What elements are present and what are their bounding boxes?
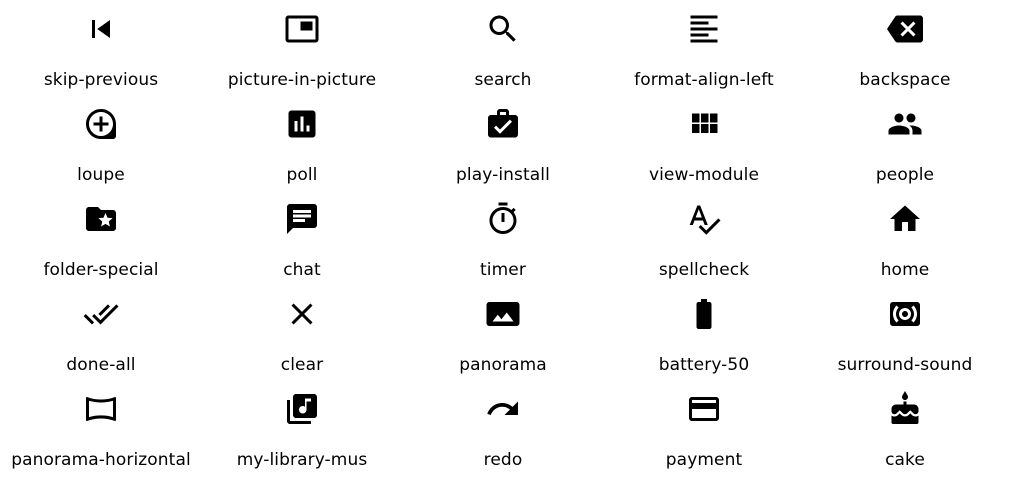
play-install-icon bbox=[485, 106, 521, 142]
icon-cell-panorama-horizontal[interactable]: panorama-horizontal bbox=[1, 380, 201, 475]
icon-cell-payment[interactable]: payment bbox=[604, 380, 804, 475]
timer-icon bbox=[485, 201, 521, 237]
icon-cell-loupe[interactable]: loupe bbox=[1, 95, 201, 190]
icon-label: skip-previous bbox=[43, 70, 159, 90]
icon-cell-spellcheck[interactable]: spellcheck bbox=[604, 190, 804, 285]
icon-label: loupe bbox=[77, 165, 125, 185]
surround-sound-icon bbox=[887, 296, 923, 332]
icon-label: redo bbox=[483, 450, 523, 470]
icon-cell-home[interactable]: home bbox=[805, 190, 1005, 285]
icon-label: battery-50 bbox=[658, 355, 750, 375]
done-all-icon bbox=[83, 296, 119, 332]
picture-in-picture-icon bbox=[284, 11, 320, 47]
backspace-icon bbox=[887, 11, 923, 47]
panorama-icon bbox=[485, 296, 521, 332]
icon-label: panorama-horizontal bbox=[11, 450, 191, 470]
icon-label: chat bbox=[283, 260, 321, 280]
icon-cell-done-all[interactable]: done-all bbox=[1, 285, 201, 380]
icon-label: timer bbox=[480, 260, 526, 280]
clear-icon bbox=[284, 296, 320, 332]
icon-label: people bbox=[875, 165, 935, 185]
icon-cell-poll[interactable]: poll bbox=[202, 95, 402, 190]
icon-cell-redo[interactable]: redo bbox=[403, 380, 603, 475]
home-icon bbox=[887, 201, 923, 237]
icon-cell-view-module[interactable]: view-module bbox=[604, 95, 804, 190]
loupe-icon bbox=[83, 106, 119, 142]
icon-label: play-install bbox=[456, 165, 550, 185]
icon-label: spellcheck bbox=[658, 260, 750, 280]
payment-icon bbox=[686, 391, 722, 427]
my-library-music-icon bbox=[284, 391, 320, 427]
poll-icon bbox=[284, 106, 320, 142]
format-align-left-icon bbox=[686, 11, 722, 47]
skip-previous-icon bbox=[83, 11, 119, 47]
icon-cell-skip-previous[interactable]: skip-previous bbox=[1, 0, 201, 95]
icon-cell-cake[interactable]: cake bbox=[805, 380, 1005, 475]
redo-icon bbox=[485, 391, 521, 427]
icon-cell-my-library-mus[interactable]: my-library-mus bbox=[202, 380, 402, 475]
view-module-icon bbox=[686, 106, 722, 142]
icon-grid: skip-previous picture-in-picture search … bbox=[0, 0, 1024, 480]
icon-label: panorama bbox=[459, 355, 547, 375]
icon-cell-surround-sound[interactable]: surround-sound bbox=[805, 285, 1005, 380]
icon-label: payment bbox=[665, 450, 743, 470]
icon-cell-people[interactable]: people bbox=[805, 95, 1005, 190]
chat-icon bbox=[284, 201, 320, 237]
icon-cell-search[interactable]: search bbox=[403, 0, 603, 95]
icon-cell-format-align-left[interactable]: format-align-left bbox=[604, 0, 804, 95]
icon-cell-timer[interactable]: timer bbox=[403, 190, 603, 285]
panorama-horizontal-icon bbox=[83, 391, 119, 427]
icon-label: cake bbox=[885, 450, 925, 470]
icon-label: home bbox=[880, 260, 930, 280]
icon-cell-backspace[interactable]: backspace bbox=[805, 0, 1005, 95]
icon-label: surround-sound bbox=[837, 355, 973, 375]
icon-cell-battery-50[interactable]: battery-50 bbox=[604, 285, 804, 380]
icon-label: clear bbox=[280, 355, 324, 375]
spellcheck-icon bbox=[686, 201, 722, 237]
icon-label: format-align-left bbox=[634, 70, 774, 90]
icon-label: poll bbox=[286, 165, 318, 185]
people-icon bbox=[887, 106, 923, 142]
icon-cell-panorama[interactable]: panorama bbox=[403, 285, 603, 380]
icon-cell-clear[interactable]: clear bbox=[202, 285, 402, 380]
folder-special-icon bbox=[83, 201, 119, 237]
search-icon bbox=[485, 11, 521, 47]
icon-label: picture-in-picture bbox=[227, 70, 377, 90]
icon-cell-play-install[interactable]: play-install bbox=[403, 95, 603, 190]
icon-label: done-all bbox=[66, 355, 136, 375]
icon-label: view-module bbox=[648, 165, 760, 185]
cake-icon bbox=[887, 391, 923, 427]
icon-cell-folder-special[interactable]: folder-special bbox=[1, 190, 201, 285]
icon-label: my-library-mus bbox=[236, 450, 368, 470]
icon-label: search bbox=[474, 70, 532, 90]
icon-label: folder-special bbox=[43, 260, 159, 280]
icon-label: backspace bbox=[859, 70, 951, 90]
icon-cell-chat[interactable]: chat bbox=[202, 190, 402, 285]
icon-cell-picture-in-picture[interactable]: picture-in-picture bbox=[202, 0, 402, 95]
battery-50-icon bbox=[686, 296, 722, 332]
